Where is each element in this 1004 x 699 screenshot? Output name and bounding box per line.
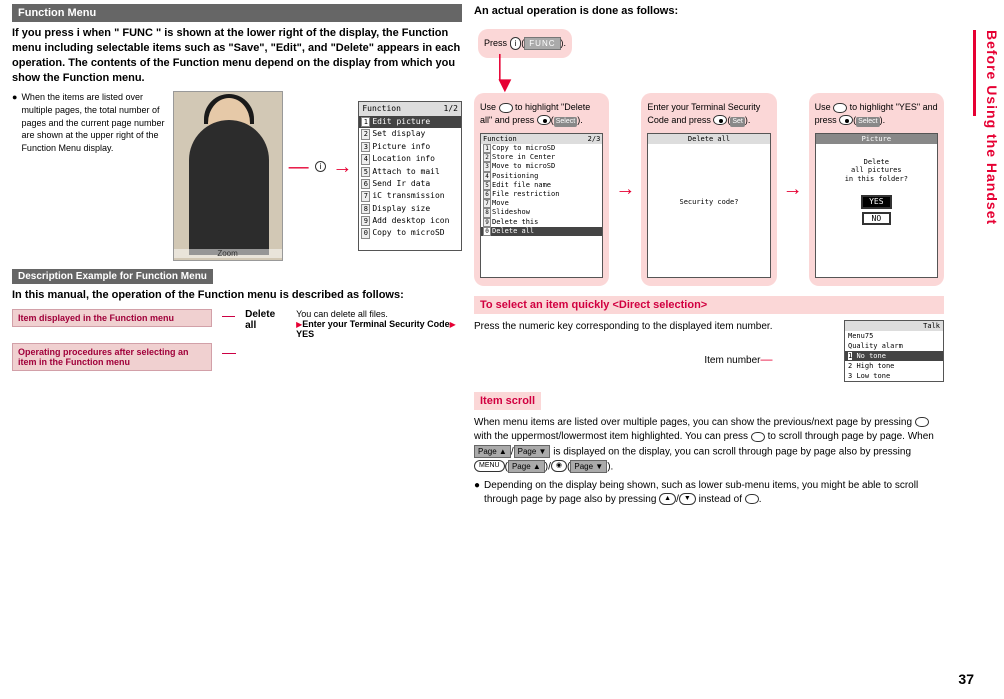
dpad-center-icon xyxy=(537,115,551,125)
down-key-icon: ▼ xyxy=(679,493,696,505)
page-down-badge: Page ▼ xyxy=(514,445,551,459)
flow-arrow-right-icon: → xyxy=(783,186,803,192)
step-security-code-card: Enter your Terminal Security Code and pr… xyxy=(641,93,776,285)
dpad-horizontal-icon xyxy=(745,494,759,504)
up-key-icon: ▲ xyxy=(659,493,676,505)
item-number-label: Item number xyxy=(704,355,760,366)
dpad-center-icon xyxy=(713,115,727,125)
operating-procedures-label: Operating procedures after selecting an … xyxy=(12,343,212,371)
dpad-vertical-icon xyxy=(499,103,513,113)
red-arrow-left-icon: — xyxy=(289,162,309,172)
desc-example-para: In this manual, the operation of the Fun… xyxy=(12,288,462,303)
flow-arrow-right-icon: → xyxy=(615,186,635,192)
talk-menu-screen: Talk Menu75 Quality alarm 1 No tone 2 Hi… xyxy=(844,320,944,382)
dpad-vertical-icon xyxy=(915,417,929,427)
step-highlight-delete-card: Use to highlight "Delete all" and press … xyxy=(474,93,609,285)
dpad-horizontal-icon xyxy=(751,432,765,442)
item-scroll-para: When menu items are listed over multiple… xyxy=(474,416,944,475)
direct-selection-text: Press the numeric key corresponding to t… xyxy=(474,320,773,335)
no-option: NO xyxy=(862,212,892,226)
camera-button-icon: ◉ xyxy=(551,460,567,472)
item-displayed-label: Item displayed in the Function menu xyxy=(12,309,212,327)
pagecount-note: ● When the items are listed over multipl… xyxy=(12,91,167,154)
i-alpha-button-icon: i xyxy=(315,161,327,172)
actual-operation-heading: An actual operation is done as follows: xyxy=(474,4,944,19)
dpad-vertical-icon xyxy=(833,103,847,113)
delete-all-item: Delete all xyxy=(245,309,286,339)
delete-all-procedure: ▶Enter your Terminal Security Code▶YES xyxy=(296,319,462,339)
menu-button-icon: MENU xyxy=(474,460,505,472)
func-badge: FUNC xyxy=(524,37,560,50)
confirm-delete-screen: Picture Delete all pictures in this fold… xyxy=(815,133,938,278)
red-arrow-right-icon: → xyxy=(332,162,352,172)
side-tab-bar xyxy=(973,30,976,116)
item-scroll-heading: Item scroll xyxy=(474,392,541,410)
i-alpha-button-icon: i xyxy=(510,37,522,50)
function-menu-heading: Function Menu xyxy=(12,4,462,22)
step-press-card: Press i(FUNC). xyxy=(478,29,572,58)
page-number: 37 xyxy=(958,671,974,687)
delete-all-desc: You can delete all files. xyxy=(296,309,462,319)
step-confirm-yes-card: Use to highlight "YES" and press (Select… xyxy=(809,93,944,285)
function-menu-screen-1: Function1/2 1Edit picture 2Set display 3… xyxy=(358,101,462,251)
item-scroll-bullet: ● Depending on the display being shown, … xyxy=(474,479,944,508)
page-up-badge: Page ▲ xyxy=(474,445,511,459)
desc-example-heading: Description Example for Function Menu xyxy=(12,269,213,284)
intro-paragraph: If you press i when " FUNC " is shown at… xyxy=(12,26,462,85)
example-photo: Zoom xyxy=(173,91,283,261)
security-code-screen: Delete all Security code? xyxy=(647,133,770,278)
direct-selection-heading: To select an item quickly <Direct select… xyxy=(474,296,944,314)
yes-option: YES xyxy=(861,195,891,209)
function-menu-screen-2: Function2/3 1Copy to microSD 2Store in C… xyxy=(480,133,603,278)
flow-arrow-down-icon: │▼ xyxy=(474,58,944,93)
dpad-center-icon xyxy=(839,115,853,125)
side-tab-label: Before Using the Handset xyxy=(984,30,1000,225)
